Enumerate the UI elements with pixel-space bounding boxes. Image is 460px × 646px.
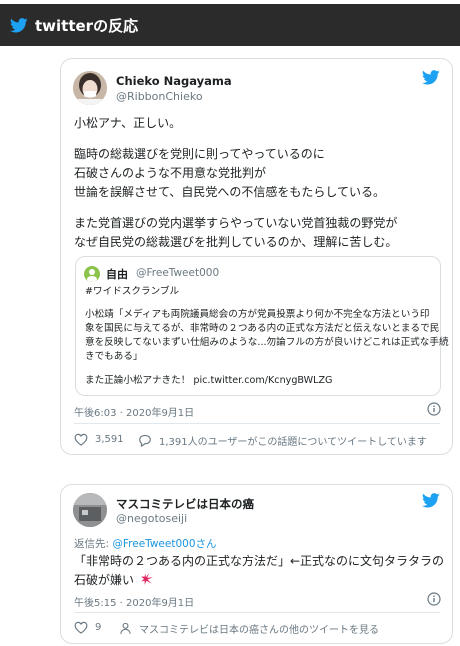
heart-icon bbox=[74, 621, 88, 634]
quote-text-line: きでもある」 bbox=[85, 351, 143, 362]
author-handle[interactable]: @RibbonChieko bbox=[116, 90, 203, 103]
tweet-text-line: また党首選びの党内選挙すらやっていない党首独裁の野党が bbox=[74, 216, 398, 230]
quote-hashtag[interactable]: #ワイドスクランブル bbox=[85, 285, 179, 299]
like-button[interactable]: 9 bbox=[74, 621, 101, 634]
tweet-text-line: 世論を誤解させて、自民党への不信感をもたらしている。 bbox=[74, 185, 386, 199]
divider bbox=[74, 423, 440, 424]
quote-text-line: 小松靖「メディアも両院議員総会の方が党員投票より何か不完全な方法という印 bbox=[85, 309, 430, 320]
conversation-link[interactable]: 1,391人のユーザーがこの話題についてツイートしています bbox=[138, 433, 427, 448]
conversation-text: 1,391人のユーザーがこの話題についてツイートしています bbox=[159, 437, 427, 448]
quote-avatar bbox=[84, 266, 100, 282]
timestamp[interactable]: 午後6:03 · 2020年9月1日 bbox=[74, 404, 194, 419]
quote-text-line: また正論小松アナきた！ pic.twitter.com/KcnygBWLZG bbox=[85, 375, 333, 386]
like-count: 3,591 bbox=[95, 434, 124, 445]
info-icon[interactable] bbox=[427, 402, 441, 416]
reply-bubble-icon bbox=[139, 434, 151, 447]
tweet-text-line: 石破さんのような不用意な党批判が bbox=[74, 166, 267, 180]
twitter-bird-icon bbox=[10, 17, 28, 32]
more-tweets-text: マスコミテレビは日本の癌さんの他のツイートを見る bbox=[139, 625, 379, 636]
person-icon bbox=[120, 622, 131, 634]
quote-text-line: 象を国民に与えてるが、非常時の２つある内の正式な方法だと伝えないとまるで民 bbox=[85, 323, 440, 334]
like-button[interactable]: 3,591 bbox=[74, 433, 124, 446]
author-name[interactable]: マスコミテレビは日本の癌 bbox=[116, 496, 254, 512]
heart-icon bbox=[74, 433, 88, 446]
quote-text-line: 意を反映してないまずい仕組みのような...勿論フルの方が良いけどこれは正式な手続 bbox=[85, 337, 449, 348]
timestamp[interactable]: 午後5:15 · 2020年9月1日 bbox=[74, 594, 194, 609]
avatar[interactable] bbox=[73, 493, 107, 527]
twitter-logo-icon[interactable] bbox=[422, 70, 440, 85]
embedded-tweet[interactable]: Chieko Nagayama @RibbonChieko 小松アナ、正しい。 … bbox=[60, 58, 453, 455]
tweet-text-line: 臨時の総裁選びを党則に則ってやっているのに bbox=[74, 147, 325, 161]
twitter-logo-icon[interactable] bbox=[422, 493, 440, 508]
embedded-tweet[interactable]: マスコミテレビは日本の癌 @negotoseiji 返信先: @FreeTwee… bbox=[60, 484, 453, 644]
anger-symbol-icon bbox=[141, 573, 153, 585]
info-icon[interactable] bbox=[427, 592, 441, 606]
more-tweets-link[interactable]: マスコミテレビは日本の癌さんの他のツイートを見る bbox=[119, 621, 379, 636]
quoted-tweet[interactable]: 自由 @FreeTweet000 #ワイドスクランブル 小松靖「メディアも両院議… bbox=[75, 256, 449, 396]
avatar-image bbox=[73, 71, 107, 105]
tweet-text-line: 小松アナ、正しい。 bbox=[74, 116, 182, 130]
like-count: 9 bbox=[95, 622, 102, 633]
tweet-text-fragment: 石破が嫌い bbox=[74, 573, 135, 587]
avatar-image bbox=[73, 493, 107, 527]
quote-author-name: 自由 bbox=[106, 268, 128, 281]
tweet-text-line: 石破が嫌い bbox=[74, 571, 154, 591]
divider bbox=[74, 612, 440, 613]
section-header: twitterの反応 bbox=[0, 4, 460, 46]
avatar[interactable] bbox=[73, 71, 107, 105]
tweet-text-line: なぜ自民党の総裁選びを批判しているのか、理解に苦しむ。 bbox=[74, 235, 398, 249]
quote-author-handle: @FreeTweet000 bbox=[136, 267, 220, 279]
reply-to-handle[interactable]: @FreeTweet000さん bbox=[112, 538, 216, 550]
author-name[interactable]: Chieko Nagayama bbox=[116, 74, 232, 88]
tweet-text-line: 「非常時の２つある内の正式な方法だ」←正式なのに文句タラタラの bbox=[74, 554, 445, 568]
reply-to: 返信先: @FreeTweet000さん bbox=[74, 536, 217, 551]
author-handle[interactable]: @negotoseiji bbox=[116, 512, 187, 525]
reply-to-prefix: 返信先: bbox=[74, 538, 110, 550]
page-title: twitterの反応 bbox=[35, 16, 139, 35]
